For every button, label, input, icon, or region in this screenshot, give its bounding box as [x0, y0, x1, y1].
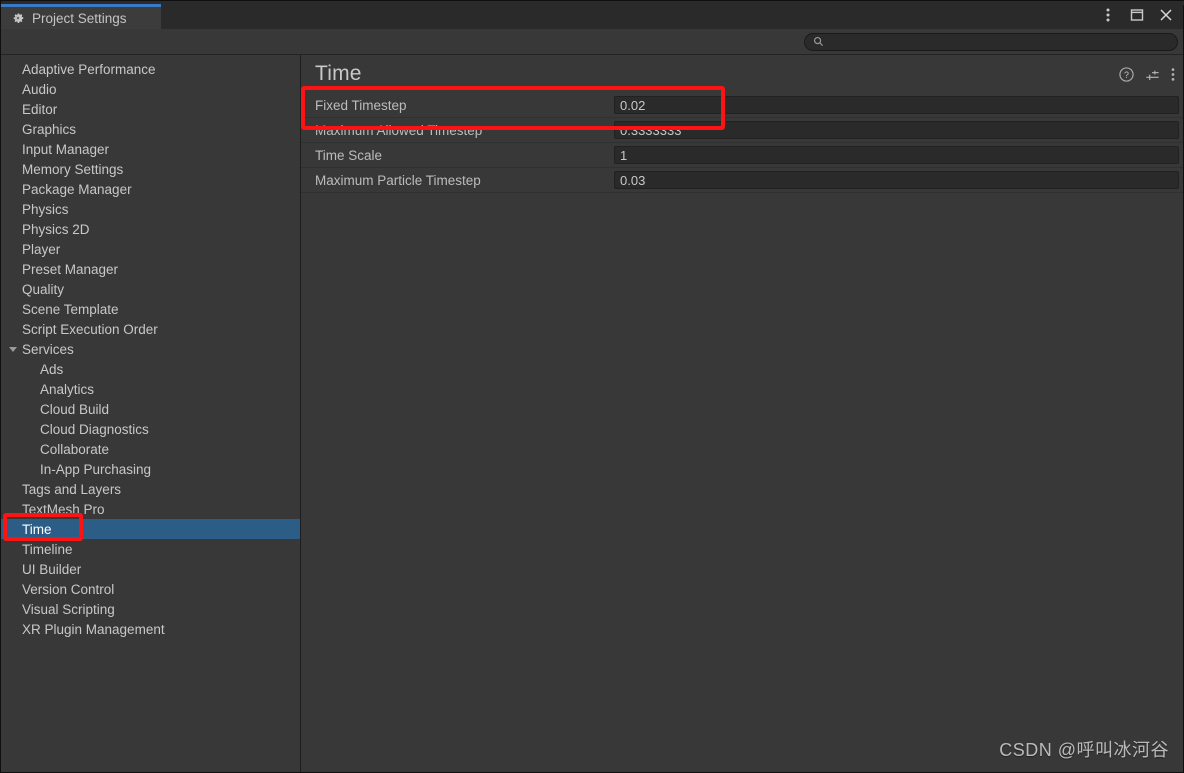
search-row [1, 29, 1183, 55]
field-label: Time Scale [315, 147, 383, 163]
more-menu-icon[interactable] [1171, 67, 1175, 82]
content-filler [301, 193, 1183, 772]
sidebar-item-input-manager[interactable]: Input Manager [1, 139, 300, 159]
sidebar-item-package-manager[interactable]: Package Manager [1, 179, 300, 199]
sidebar-item-label: Services [22, 341, 74, 357]
sidebar-item-player[interactable]: Player [1, 239, 300, 259]
sidebar-item-ui-builder[interactable]: UI Builder [1, 559, 300, 579]
sidebar-item-label: Cloud Diagnostics [40, 421, 149, 437]
preset-icon[interactable] [1145, 67, 1160, 82]
sidebar-item-cloud-diagnostics[interactable]: Cloud Diagnostics [1, 419, 300, 439]
sidebar-item-graphics[interactable]: Graphics [1, 119, 300, 139]
sidebar-item-label: Graphics [22, 121, 77, 137]
gear-icon [11, 11, 25, 25]
field-value-input[interactable]: 0.02 [614, 96, 1179, 114]
sidebar-item-cloud-build[interactable]: Cloud Build [1, 399, 300, 419]
search-box[interactable] [804, 32, 1178, 51]
window-body: Adaptive Performance Audio Editor Graphics I… [1, 55, 1183, 772]
sidebar-item-label: Visual Scripting [22, 601, 115, 617]
settings-row: Fixed Timestep 0.02 [301, 93, 1183, 118]
sidebar-item-label: Script Execution Order [22, 321, 158, 337]
tab-project-settings[interactable]: Project Settings [1, 4, 161, 29]
sidebar-item-services[interactable]: Services [1, 339, 300, 359]
search-input[interactable] [829, 35, 1169, 48]
sidebar-item-audio[interactable]: Audio [1, 79, 300, 99]
settings-category-list[interactable]: Adaptive Performance Audio Editor Graphics I… [1, 55, 301, 772]
sidebar-item-label: Cloud Build [40, 401, 110, 417]
sidebar-item-label: Tags and Layers [22, 481, 122, 497]
project-settings-window: Inspector Project Settings [0, 0, 1184, 773]
close-icon[interactable] [1153, 3, 1179, 27]
settings-row: Time Scale 1 [301, 143, 1183, 168]
sidebar-item-label: Collaborate [40, 441, 110, 457]
sidebar-item-time[interactable]: Time [1, 519, 300, 539]
sidebar-item-label: Audio [22, 81, 57, 97]
sidebar-item-quality[interactable]: Quality [1, 279, 300, 299]
sidebar-item-preset-manager[interactable]: Preset Manager [1, 259, 300, 279]
sidebar-item-label: Analytics [40, 381, 95, 397]
sidebar-item-label: Physics [22, 201, 69, 217]
sidebar-item-physics-2d[interactable]: Physics 2D [1, 219, 300, 239]
sidebar-item-label: Player [22, 241, 61, 257]
sidebar-item-label: Version Control [22, 581, 115, 597]
sidebar-item-timeline[interactable]: Timeline [1, 539, 300, 559]
sidebar-item-script-execution-order[interactable]: Script Execution Order [1, 319, 300, 339]
search-icon [813, 36, 824, 47]
sidebar-item-analytics[interactable]: Analytics [1, 379, 300, 399]
sidebar-item-label: Time [22, 521, 52, 537]
page-title: Time [315, 62, 362, 85]
sidebar-item-version-control[interactable]: Version Control [1, 579, 300, 599]
settings-row: Maximum Allowed Timestep 0.3333333 [301, 118, 1183, 143]
sidebar-item-label: Input Manager [22, 141, 110, 157]
time-settings-rows: Fixed Timestep 0.02 Maximum Allowed Timest… [301, 93, 1183, 193]
sidebar-item-visual-scripting[interactable]: Visual Scripting [1, 599, 300, 619]
sidebar-item-physics[interactable]: Physics [1, 199, 300, 219]
sidebar-item-label: XR Plugin Management [22, 621, 165, 637]
sidebar-item-label: In-App Purchasing [40, 461, 152, 477]
sidebar-item-label: Timeline [22, 541, 73, 557]
sidebar-item-label: Scene Template [22, 301, 119, 317]
sidebar-item-collaborate[interactable]: Collaborate [1, 439, 300, 459]
sidebar-item-in-app-purchasing[interactable]: In-App Purchasing [1, 459, 300, 479]
sidebar-item-label: Package Manager [22, 181, 132, 197]
sidebar-item-label: Editor [22, 101, 58, 117]
field-label: Fixed Timestep [315, 97, 407, 113]
sidebar-item-label: Preset Manager [22, 261, 119, 277]
field-value-input[interactable]: 0.03 [614, 171, 1179, 189]
window-tab-bar: Project Settings [1, 1, 1183, 29]
sidebar-item-editor[interactable]: Editor [1, 99, 300, 119]
sidebar-item-memory-settings[interactable]: Memory Settings [1, 159, 300, 179]
tab-label: Project Settings [32, 10, 127, 26]
sidebar-item-label: UI Builder [22, 561, 82, 577]
window-controls [1095, 3, 1179, 27]
field-value-input[interactable]: 0.3333333 [614, 121, 1179, 139]
sidebar-item-xr-plugin-management[interactable]: XR Plugin Management [1, 619, 300, 639]
sidebar-item-label: TextMesh Pro [22, 501, 105, 517]
field-label: Maximum Allowed Timestep [315, 122, 483, 138]
settings-content-pane: Time ? Fixed Timestep 0.02 Maximum Allow… [301, 55, 1183, 772]
sidebar-item-label: Memory Settings [22, 161, 124, 177]
sidebar-item-ads[interactable]: Ads [1, 359, 300, 379]
sidebar-item-adaptive-performance[interactable]: Adaptive Performance [1, 59, 300, 79]
sidebar-item-scene-template[interactable]: Scene Template [1, 299, 300, 319]
panel-header-icons: ? [1119, 67, 1175, 82]
panel-header: Time ? [301, 55, 1183, 93]
sidebar-item-label: Physics 2D [22, 221, 90, 237]
settings-row: Maximum Particle Timestep 0.03 [301, 168, 1183, 193]
help-icon[interactable]: ? [1119, 67, 1134, 82]
chevron-down-icon[interactable] [9, 346, 17, 352]
maximize-icon[interactable] [1124, 3, 1150, 27]
field-label: Maximum Particle Timestep [315, 172, 481, 188]
field-value-input[interactable]: 1 [614, 146, 1179, 164]
sidebar-item-tags-and-layers[interactable]: Tags and Layers [1, 479, 300, 499]
svg-text:?: ? [1124, 70, 1129, 80]
sidebar-item-textmesh-pro[interactable]: TextMesh Pro [1, 499, 300, 519]
sidebar-item-label: Ads [40, 361, 64, 377]
overflow-menu-icon[interactable] [1095, 3, 1121, 27]
sidebar-item-label: Adaptive Performance [22, 61, 156, 77]
sidebar-item-label: Quality [22, 281, 65, 297]
